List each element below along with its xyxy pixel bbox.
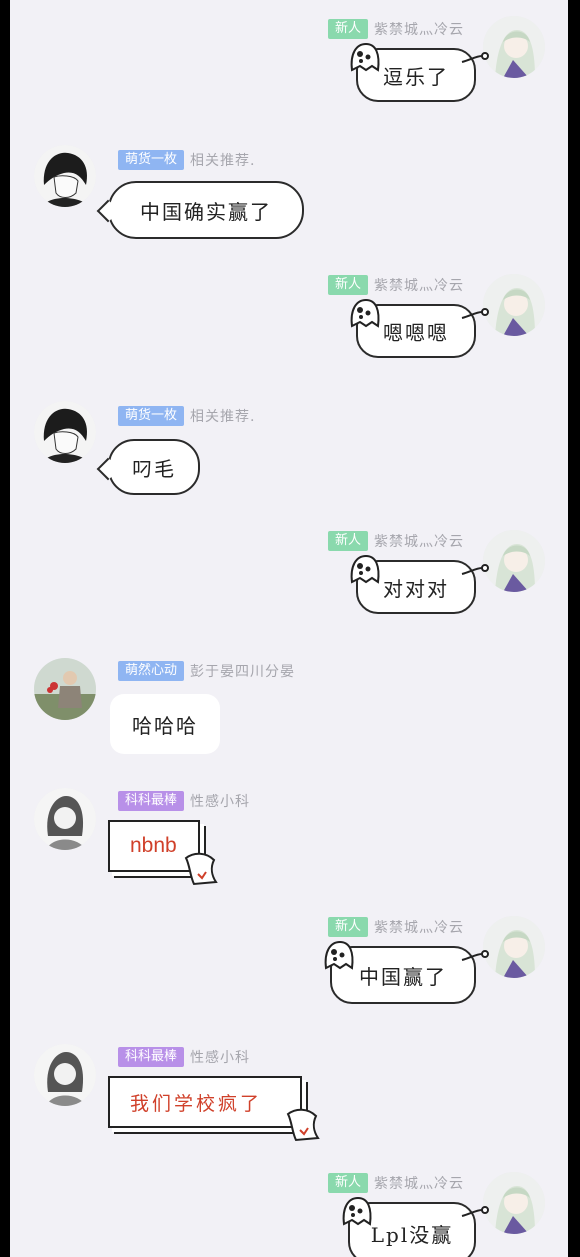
sender-name[interactable]: 紫禁城灬冷云 <box>374 917 464 937</box>
sender-name[interactable]: 紫禁城灬冷云 <box>374 275 464 295</box>
message-text: 中国确实赢了 <box>140 199 272 224</box>
message-meta: 科科最棒 性感小科 <box>118 790 250 812</box>
bubble-tail-icon <box>461 308 489 319</box>
level-badge: 萌货一枚 <box>118 150 185 170</box>
anime-boy-avatar[interactable] <box>34 145 96 207</box>
bubble-tail-icon <box>461 564 489 575</box>
message-meta: 新人 紫禁城灬冷云 <box>327 530 464 552</box>
message-text: 我们学校疯了 <box>130 1092 263 1115</box>
message-bubble[interactable]: 哈哈哈 <box>110 694 220 754</box>
sketch-girl-avatar[interactable] <box>34 1044 96 1106</box>
message-meta: 新人 紫禁城灬冷云 <box>327 274 464 296</box>
sender-name[interactable]: 彭于晏四川分晏 <box>190 661 295 681</box>
message-bubble[interactable]: nbnb <box>108 820 218 886</box>
anime-boy-avatar[interactable] <box>34 401 96 463</box>
ghost-decoration-icon <box>350 42 380 72</box>
message-bubble[interactable]: 嗯嗯嗯 <box>350 298 489 358</box>
paper-curl-icon <box>286 1108 320 1142</box>
message-bubble[interactable]: 中国确实赢了 <box>108 181 304 239</box>
message-bubble[interactable]: 逗乐了 <box>350 42 489 102</box>
bubble-tail-icon <box>461 1206 489 1217</box>
message-text: 逗乐了 <box>383 64 449 89</box>
level-badge: 科科最棒 <box>118 1047 185 1067</box>
ghost-decoration-icon <box>350 298 380 328</box>
message-text: 中国赢了 <box>359 964 447 989</box>
paper-curl-icon <box>184 852 218 886</box>
anime-girl-avatar[interactable] <box>483 530 545 592</box>
sender-name[interactable]: 相关推荐. <box>190 406 255 426</box>
photo-person-avatar[interactable] <box>34 658 96 720</box>
message-bubble[interactable]: 对对对 <box>350 554 489 614</box>
message-text: 叼毛 <box>132 456 176 481</box>
anime-girl-avatar[interactable] <box>483 274 545 336</box>
message-text: Lpl没赢 <box>370 1222 454 1247</box>
level-badge: 科科最棒 <box>118 791 185 811</box>
sender-name[interactable]: 紫禁城灬冷云 <box>374 19 464 39</box>
message-meta: 萌货一枚 相关推荐. <box>118 149 255 171</box>
chat-message-list[interactable]: 新人 紫禁城灬冷云 逗乐了 萌货一枚 相关推荐. 中国确实赢了 新人 紫禁城灬冷… <box>10 0 568 1257</box>
message-meta: 新人 紫禁城灬冷云 <box>327 18 464 40</box>
message-bubble[interactable]: 中国赢了 <box>324 940 489 1004</box>
anime-girl-avatar[interactable] <box>483 16 545 78</box>
sender-name[interactable]: 相关推荐. <box>190 150 255 170</box>
sender-name[interactable]: 紫禁城灬冷云 <box>374 1173 464 1193</box>
message-text: 哈哈哈 <box>132 713 198 738</box>
message-meta: 萌货一枚 相关推荐. <box>118 405 255 427</box>
level-badge: 新人 <box>327 917 368 937</box>
message-text: nbnb <box>130 834 177 857</box>
level-badge: 萌货一枚 <box>118 406 185 426</box>
sender-name[interactable]: 性感小科 <box>190 791 250 811</box>
level-badge: 新人 <box>327 531 368 551</box>
message-meta: 科科最棒 性感小科 <box>118 1046 250 1068</box>
message-bubble[interactable]: 叼毛 <box>108 439 200 495</box>
ghost-decoration-icon <box>342 1196 372 1226</box>
message-bubble[interactable]: 我们学校疯了 <box>108 1076 320 1142</box>
sketch-girl-avatar[interactable] <box>34 788 96 850</box>
level-badge: 新人 <box>327 275 368 295</box>
message-bubble[interactable]: Lpl没赢 <box>342 1196 489 1257</box>
ghost-decoration-icon <box>324 940 354 970</box>
level-badge: 新人 <box>327 1173 368 1193</box>
level-badge: 萌然心动 <box>118 661 185 681</box>
message-meta: 萌然心动 彭于晏四川分晏 <box>118 660 295 682</box>
sender-name[interactable]: 紫禁城灬冷云 <box>374 531 464 551</box>
message-text: 对对对 <box>383 576 449 601</box>
message-meta: 新人 紫禁城灬冷云 <box>327 916 464 938</box>
bubble-tail-icon <box>461 950 489 961</box>
bubble-tail-icon <box>461 52 489 63</box>
ghost-decoration-icon <box>350 554 380 584</box>
level-badge: 新人 <box>327 19 368 39</box>
message-text: 嗯嗯嗯 <box>383 320 449 345</box>
sender-name[interactable]: 性感小科 <box>190 1047 250 1067</box>
anime-girl-avatar[interactable] <box>483 916 545 978</box>
message-meta: 新人 紫禁城灬冷云 <box>327 1172 464 1194</box>
anime-girl-avatar[interactable] <box>483 1172 545 1234</box>
